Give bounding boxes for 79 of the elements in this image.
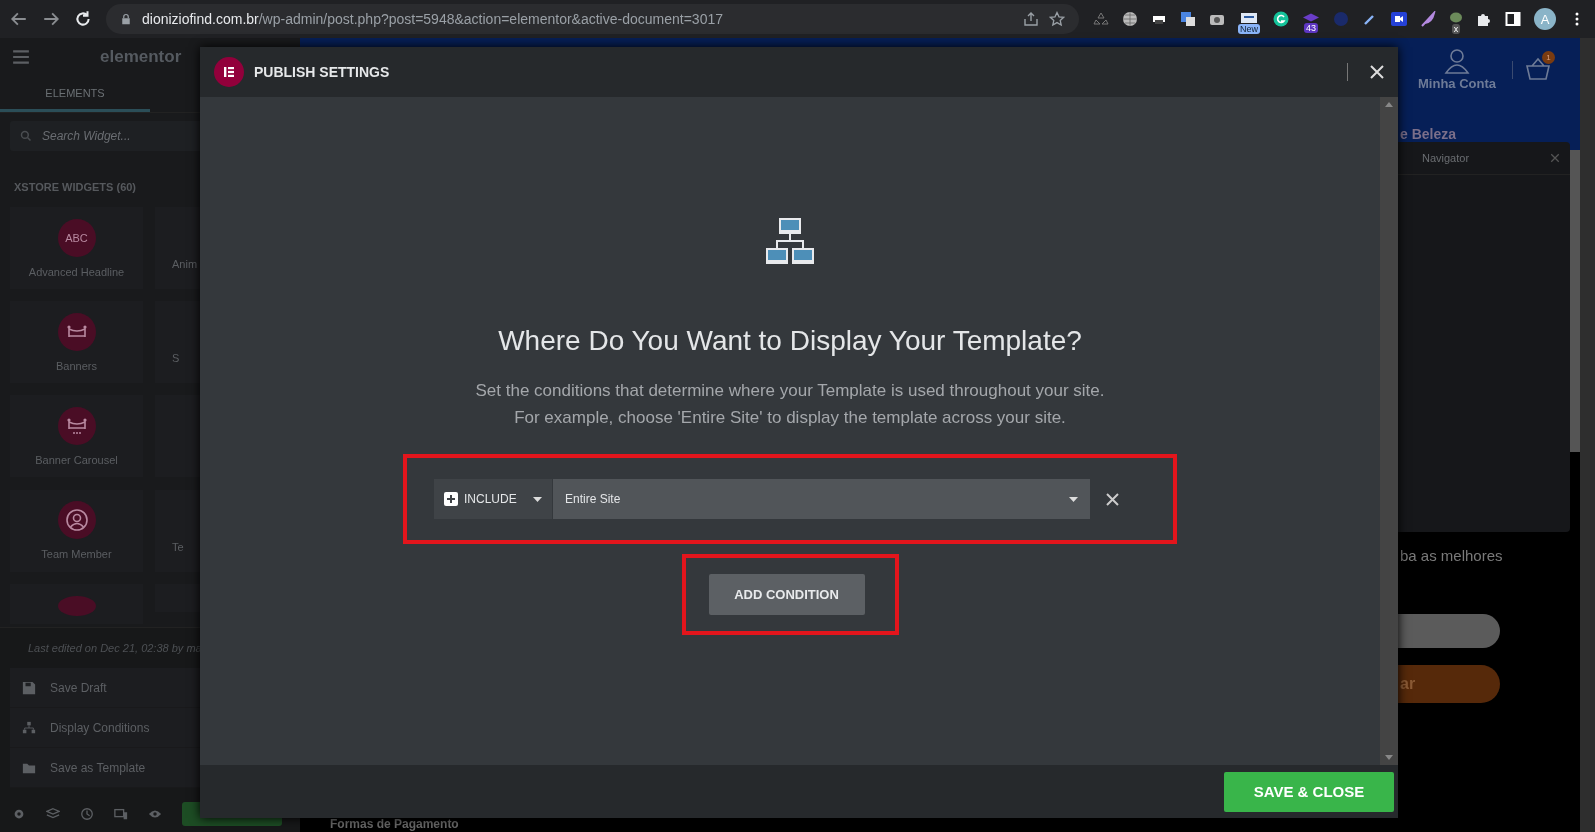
note-icon[interactable] — [1240, 12, 1258, 23]
widget-card[interactable]: ABC Advanced Headline — [10, 207, 143, 289]
widget-label: Banners — [56, 359, 97, 372]
close-icon[interactable] — [1550, 153, 1560, 163]
video-camera-icon[interactable] — [1391, 11, 1407, 27]
widget-card[interactable]: Te — [155, 489, 200, 572]
basket-icon[interactable] — [1525, 56, 1551, 83]
widget-label: Te — [172, 540, 184, 553]
elementor-icon — [214, 57, 244, 87]
footer-heading: Formas de Pagamento — [330, 817, 459, 831]
share-icon[interactable] — [1023, 11, 1039, 27]
dialog-heading: Where Do You Want to Display Your Template? — [498, 325, 1082, 357]
elements-tab[interactable]: ELEMENTS — [0, 76, 150, 112]
search-input[interactable]: Search Widget... — [40, 128, 194, 144]
profile-avatar[interactable]: A — [1534, 8, 1556, 30]
scroll-down-icon[interactable] — [1385, 753, 1393, 761]
side-panel-icon[interactable] — [1505, 11, 1521, 27]
banner-carousel-icon — [57, 406, 96, 445]
responsive-icon[interactable] — [114, 807, 128, 821]
scrollbar[interactable] — [1580, 38, 1595, 832]
menu-icon[interactable] — [12, 48, 30, 66]
recycle-icon[interactable] — [1093, 11, 1109, 27]
widget-card[interactable]: Anim — [155, 207, 200, 289]
forward-icon[interactable] — [42, 10, 60, 28]
navigator-title: Navigator — [1422, 152, 1470, 164]
widget-card[interactable]: Banners — [10, 301, 143, 384]
widget-label: Team Member — [41, 548, 112, 561]
translate-icon[interactable] — [1180, 11, 1196, 27]
orb-icon[interactable] — [1449, 12, 1463, 23]
grammar-icon[interactable] — [1273, 11, 1289, 27]
url-text: dioniziofind.com.br/wp-admin/post.php?post=5948&action=elementor&active-document=3017 — [142, 11, 724, 27]
widget-label: Banner Carousel — [35, 453, 118, 466]
caret-icon — [532, 496, 542, 502]
puzzle-icon[interactable] — [1476, 11, 1492, 27]
widget-card[interactable]: S — [155, 301, 200, 384]
section-heading: e Beleza — [1400, 126, 1458, 142]
widget-label: S — [172, 352, 180, 365]
user-icon[interactable] — [1444, 48, 1470, 74]
close-button[interactable] — [1370, 65, 1384, 79]
widget-label: Advanced Headline — [28, 265, 125, 278]
body-text: ba as melhores — [1400, 547, 1504, 564]
count-badge: 43 — [1304, 23, 1318, 33]
caret-icon — [1069, 496, 1078, 502]
sitemap-icon — [764, 215, 816, 267]
address-bar[interactable]: dioniziofind.com.br/wp-admin/post.php?post=5948&action=elementor&active-document=3017 — [106, 4, 1079, 34]
widget-icon: ABC — [57, 218, 96, 257]
globe-icon[interactable] — [1122, 11, 1138, 27]
widget-card[interactable]: Team Member — [10, 489, 143, 572]
scroll-up-icon[interactable] — [1385, 101, 1393, 109]
widget-card[interactable]: Banner Carousel — [10, 395, 143, 478]
new-badge: New — [1238, 23, 1260, 34]
reload-icon[interactable] — [74, 10, 92, 28]
account-link[interactable]: Minha Conta — [1418, 76, 1496, 91]
settings-icon[interactable] — [12, 807, 26, 821]
graduation-cap-icon[interactable] — [1302, 13, 1320, 22]
person-icon — [57, 501, 96, 540]
add-condition-button[interactable]: ADD CONDITION — [708, 574, 865, 615]
back-icon[interactable] — [10, 10, 28, 28]
condition-select[interactable]: Entire Site — [553, 479, 1090, 519]
star-icon[interactable] — [1049, 11, 1065, 27]
elementor-logo: elementor — [100, 47, 182, 67]
dialog-description: Set the conditions that determine where your Template is used throughout your site. For example, choose 'Entire Site' to display the template across your site. — [475, 380, 1105, 429]
widget-label: Anim — [172, 258, 198, 270]
banner-icon — [57, 312, 96, 351]
widget-icon — [57, 595, 96, 616]
lock-icon — [120, 13, 132, 25]
layers-icon[interactable] — [46, 807, 60, 821]
plus-icon — [444, 492, 458, 506]
x-badge: x — [1451, 24, 1461, 34]
category-heading: XSTORE WIDGETS (60) — [13, 180, 138, 195]
dialog-title: PUBLISH SETTINGS — [254, 64, 391, 80]
feather-icon[interactable] — [1420, 11, 1436, 27]
save-icon — [22, 680, 36, 695]
save-close-button[interactable]: SAVE & CLOSE — [1224, 771, 1394, 812]
history-icon[interactable] — [80, 807, 94, 821]
cart-count-badge: 1 — [1542, 50, 1555, 64]
include-dropdown[interactable]: INCLUDE — [434, 479, 552, 519]
sitemap-icon — [22, 720, 36, 735]
search-icon — [20, 130, 32, 142]
